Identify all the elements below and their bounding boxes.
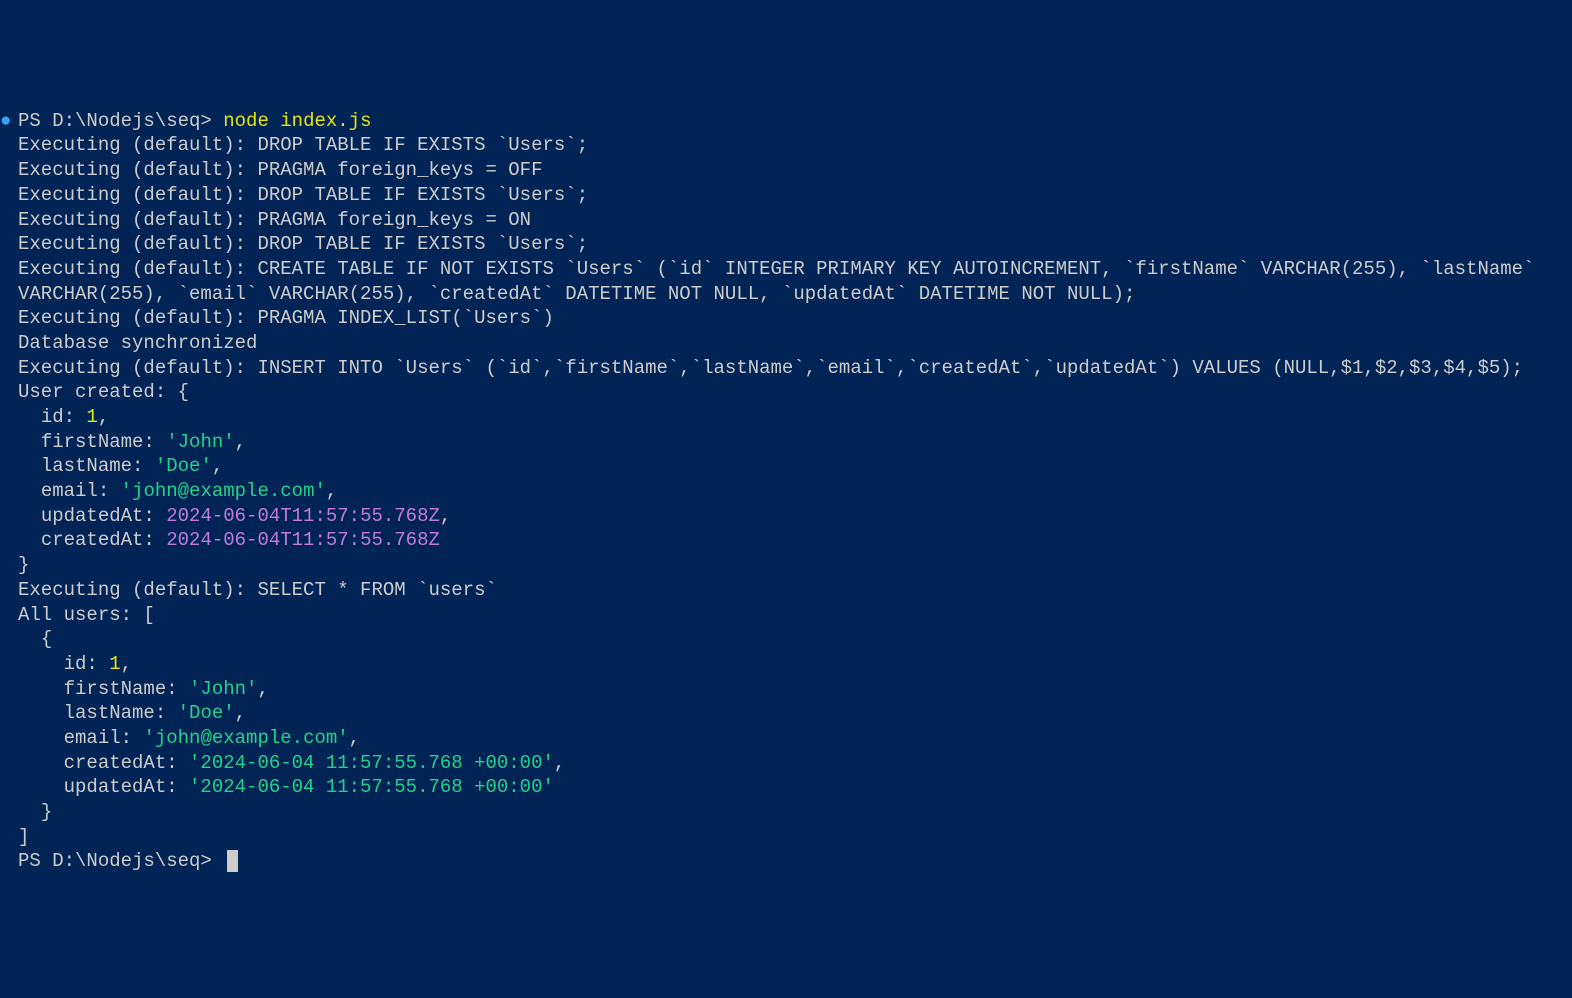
user-created-close: } [18,553,1554,578]
user-created-lastname: lastName: 'Doe', [18,454,1554,479]
user-created-email: email: 'john@example.com', [18,479,1554,504]
all-users-createdat: createdAt: '2024-06-04 11:57:55.768 +00:… [18,751,1554,776]
output-line: Database synchronized [18,331,1554,356]
output-line: Executing (default): PRAGMA foreign_keys… [18,208,1554,233]
all-users-closebrace: } [18,800,1554,825]
all-users-updatedat: updatedAt: '2024-06-04 11:57:55.768 +00:… [18,775,1554,800]
user-created-updatedat: updatedAt: 2024-06-04T11:57:55.768Z, [18,504,1554,529]
all-users-lastname: lastName: 'Doe', [18,701,1554,726]
all-users-closebracket: ] [18,825,1554,850]
output-line: Executing (default): DROP TABLE IF EXIST… [18,133,1554,158]
output-line: Executing (default): INSERT INTO `Users`… [18,356,1554,381]
user-created-id: id: 1, [18,405,1554,430]
prompt-line-1: ●PS D:\Nodejs\seq> node index.js [18,109,1554,134]
output-line: Executing (default): PRAGMA foreign_keys… [18,158,1554,183]
bullet-icon: ● [0,109,18,134]
user-created-firstname: firstName: 'John', [18,430,1554,455]
output-line: Executing (default): PRAGMA INDEX_LIST(`… [18,306,1554,331]
output-line: Executing (default): SELECT * FROM `user… [18,578,1554,603]
prompt-line-2: PS D:\Nodejs\seq> [18,849,1554,874]
all-users-openbrace: { [18,627,1554,652]
user-created-createdat: createdAt: 2024-06-04T11:57:55.768Z [18,528,1554,553]
cursor-icon [227,850,238,872]
all-users-firstname: firstName: 'John', [18,677,1554,702]
command-text: node index.js [223,110,371,132]
terminal-output[interactable]: ●PS D:\Nodejs\seq> node index.jsExecutin… [18,109,1554,874]
all-users-header: All users: [ [18,603,1554,628]
user-created-header: User created: { [18,380,1554,405]
output-line: Executing (default): DROP TABLE IF EXIST… [18,183,1554,208]
output-line: Executing (default): DROP TABLE IF EXIST… [18,232,1554,257]
prompt-path: PS D:\Nodejs\seq> [18,110,212,132]
prompt-path: PS D:\Nodejs\seq> [18,850,212,872]
all-users-id: id: 1, [18,652,1554,677]
output-line: Executing (default): CREATE TABLE IF NOT… [18,257,1554,306]
all-users-email: email: 'john@example.com', [18,726,1554,751]
